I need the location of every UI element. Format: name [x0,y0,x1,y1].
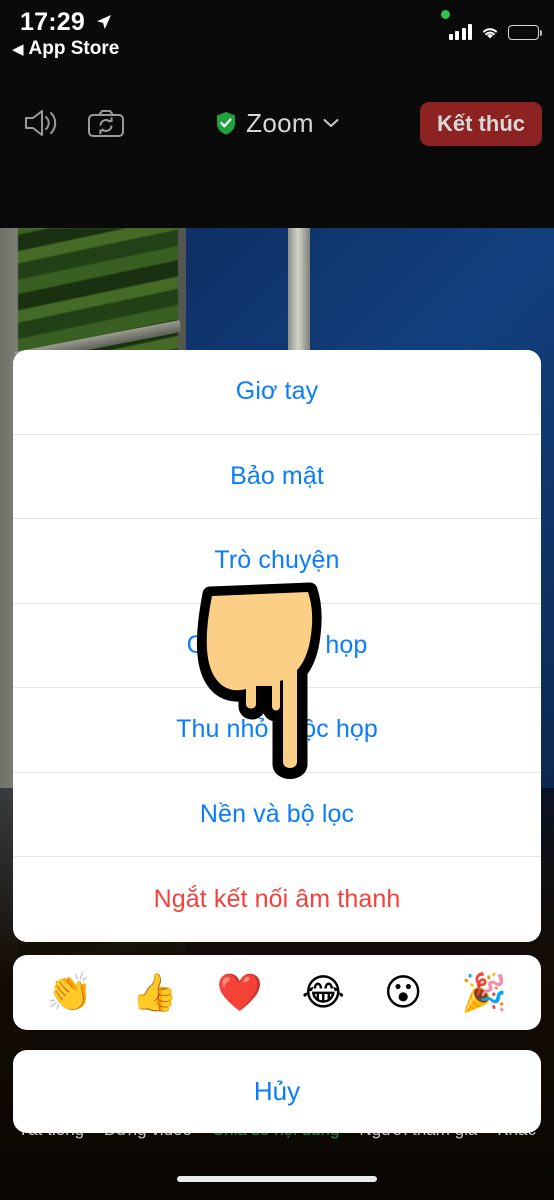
action-sheet-item-raise-hand[interactable]: Giơ tay [13,350,541,435]
meeting-top-bar: Zoom Kết thúc [0,96,554,154]
status-time: 17:29 [20,8,85,36]
reaction-heart[interactable]: ❤️ [217,974,263,1011]
shield-check-icon [217,112,236,135]
status-bar: 17:29 ◀ App Store [0,0,554,70]
cellular-signal-icon [448,24,472,40]
reaction-open-mouth[interactable]: 😮 [384,974,423,1011]
wifi-icon [482,28,498,39]
reaction-thumbs-up[interactable]: 👍 [132,974,178,1011]
back-caret-icon: ◀ [12,40,24,58]
back-app-label: App Store [28,38,120,59]
recording-indicator-dot [441,10,450,19]
home-indicator [177,1176,377,1182]
cancel-button[interactable]: Hủy [13,1050,541,1133]
reactions-bar: 👏 👍 ❤️ 😂 😮 🎉 [13,955,541,1030]
action-sheet-item-minimize-meeting[interactable]: Thu nhỏ cuộc họp [13,688,541,773]
action-sheet-item-chat[interactable]: Trò chuyện [13,519,541,604]
location-arrow-icon [97,15,111,29]
status-icons [448,24,543,40]
end-meeting-button[interactable]: Kết thúc [420,102,542,146]
reaction-party-popper[interactable]: 🎉 [461,974,507,1011]
action-sheet-item-security[interactable]: Bảo mật [13,434,541,519]
chevron-down-icon[interactable] [323,118,339,128]
action-sheet-item-disconnect-audio[interactable]: Ngắt kết nối âm thanh [13,857,541,942]
action-sheet: Giơ tay Bảo mật Trò chuyện Ghi lại cuộc … [13,350,541,942]
back-to-app-store-link[interactable]: ◀ App Store [12,38,119,60]
top-chrome: 17:29 ◀ App Store Zoom Kết thúc [0,0,554,228]
page-title: Zoom [246,107,314,138]
action-sheet-item-record-meeting[interactable]: Ghi lại cuộc họp [13,603,541,688]
reaction-clap[interactable]: 👏 [46,974,92,1011]
action-sheet-item-background-and-filters[interactable]: Nền và bộ lọc [13,772,541,857]
battery-low-icon [508,25,543,40]
reaction-joy[interactable]: 😂 [302,974,345,1011]
